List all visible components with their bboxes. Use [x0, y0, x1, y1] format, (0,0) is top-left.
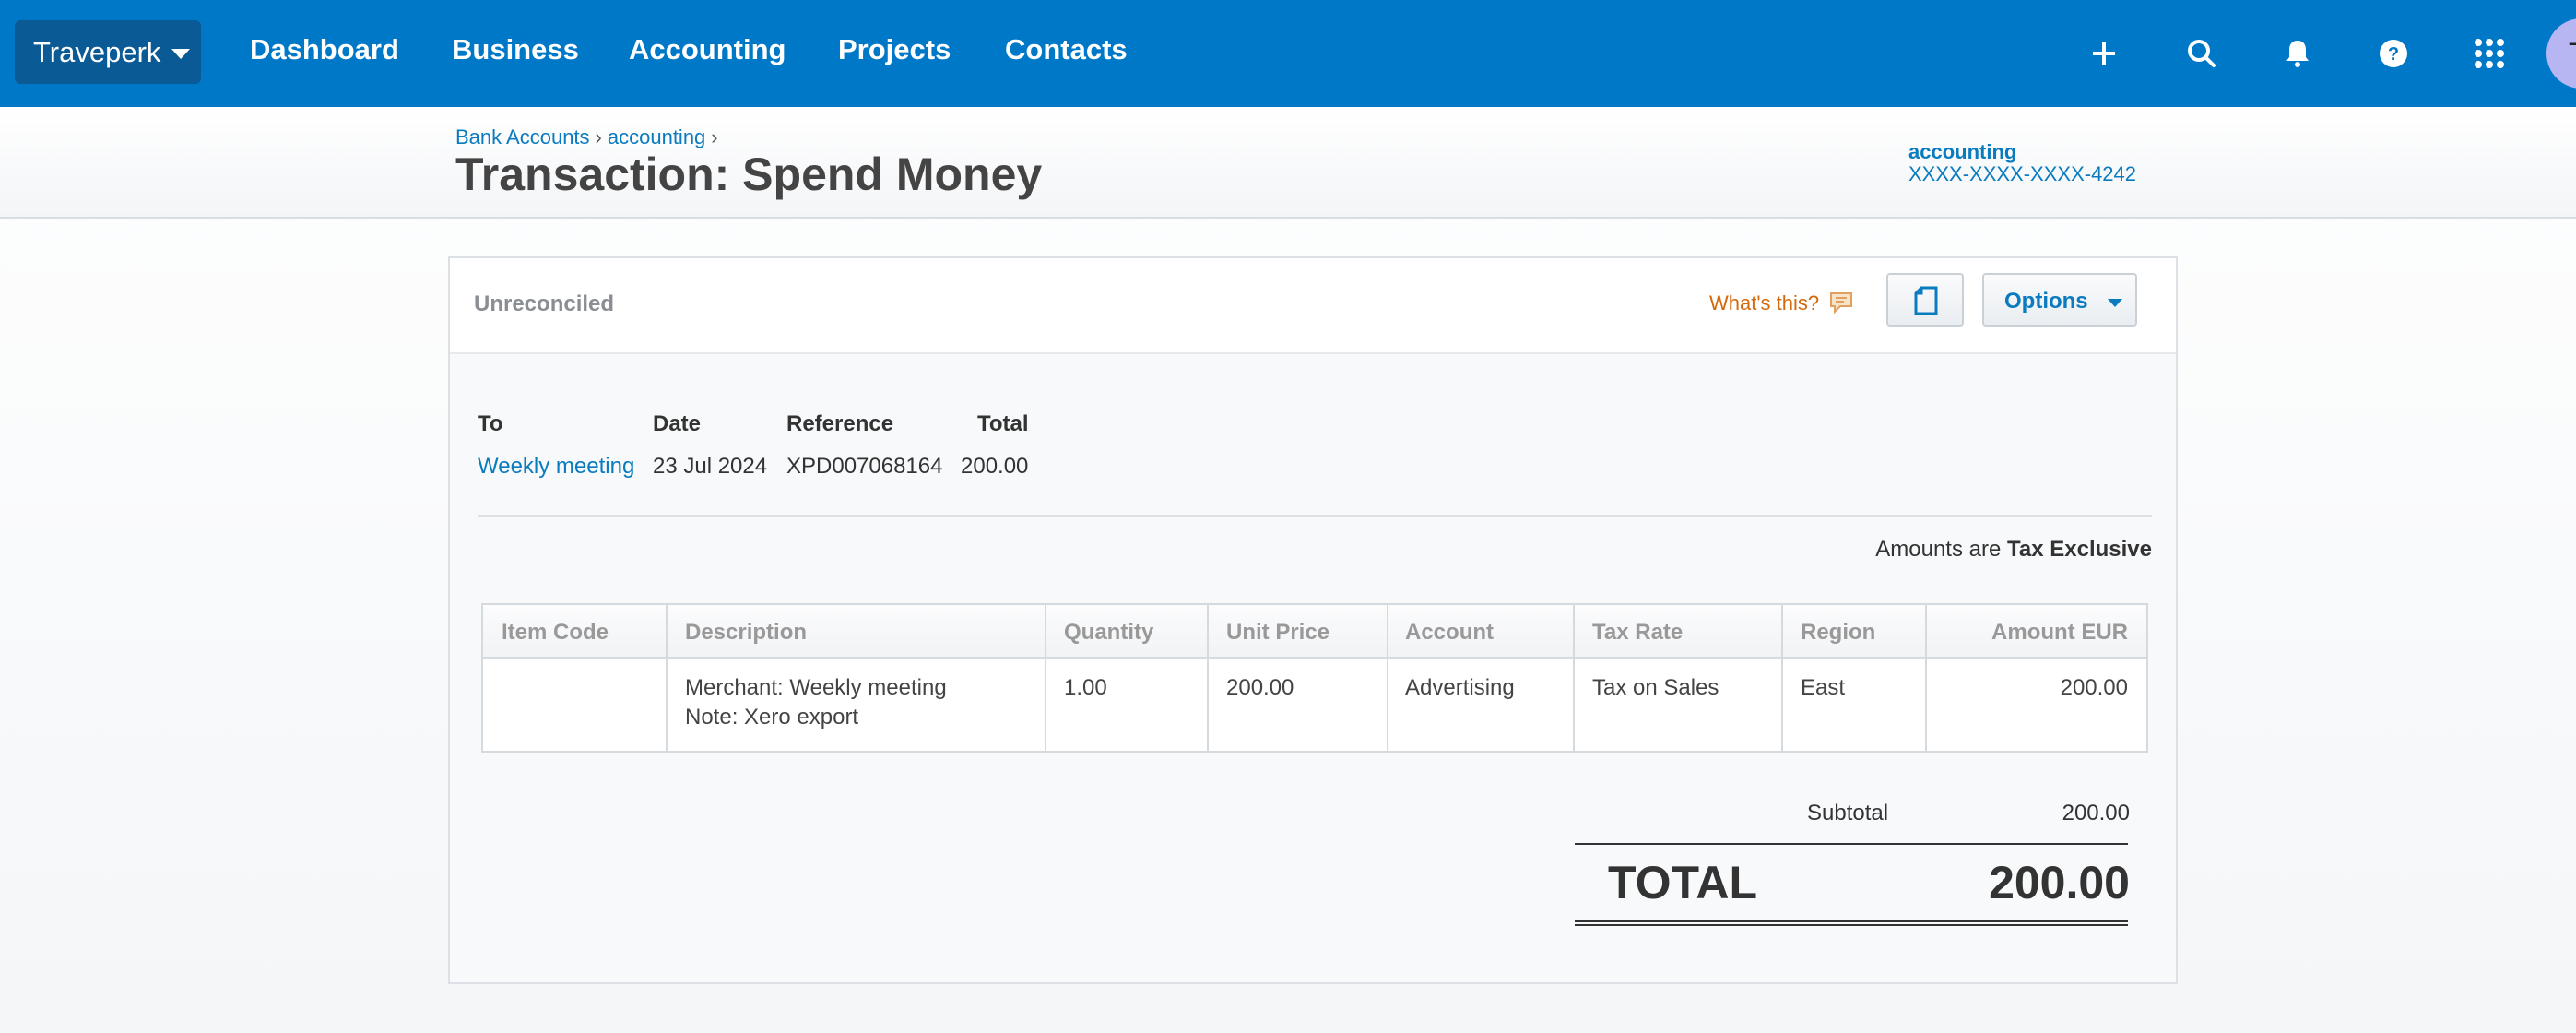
subtotal-label: Subtotal [1807, 801, 1889, 825]
summary-header-reference: Reference [786, 411, 894, 436]
nav-dashboard[interactable]: Dashboard [250, 33, 399, 66]
column-header-description: Description [685, 620, 808, 645]
column-divider [666, 605, 668, 751]
cell-quantity: 1.00 [1064, 675, 1107, 700]
breadcrumb: Bank Accounts › accounting › [455, 125, 724, 149]
breadcrumb-accounting[interactable]: accounting [608, 125, 705, 148]
cell-tax-rate: Tax on Sales [1592, 675, 1719, 700]
divider [478, 515, 2152, 516]
nav-accounting[interactable]: Accounting [629, 33, 786, 66]
summary-reference: XPD007068164 [786, 454, 943, 479]
summary-header-total: Total [977, 411, 1029, 436]
contact-link[interactable]: Weekly meeting [478, 454, 634, 480]
column-divider [1207, 605, 1209, 751]
page-header: Bank Accounts › accounting › Transaction: S… [0, 107, 2576, 219]
options-label: Options [2004, 289, 2088, 314]
column-divider [1781, 605, 1783, 751]
avatar-initial: T [2569, 37, 2576, 71]
options-button[interactable]: Options [1982, 273, 2137, 327]
total-label: TOTAL [1608, 857, 1758, 908]
summary-date: 23 Jul 2024 [653, 454, 768, 479]
cell-description-merchant: Merchant: Weekly meeting [685, 675, 947, 700]
panel-header: Unreconciled What's this? Options [450, 258, 2176, 354]
chevron-down-icon [171, 49, 191, 59]
breadcrumb-bank-accounts[interactable]: Bank Accounts [455, 125, 590, 148]
total-rule [1575, 843, 2128, 845]
nav-projects[interactable]: Projects [838, 33, 951, 66]
column-divider [1387, 605, 1388, 751]
account-number-link[interactable]: XXXX-XXXX-XXXX-4242 [1908, 162, 2136, 186]
help-icon[interactable]: ? [2368, 28, 2419, 79]
cell-unit-price: 200.00 [1226, 675, 1294, 700]
column-divider [1045, 605, 1046, 751]
whats-this-link[interactable]: What's this? [1709, 291, 1819, 315]
page-title: Transaction: Spend Money [455, 148, 1043, 200]
breadcrumb-separator: › [595, 125, 602, 148]
tax-mode-note: Amounts are Tax Exclusive [1875, 537, 2152, 563]
column-divider [1925, 605, 1927, 751]
total-value: 200.00 [1989, 857, 2130, 908]
tax-note-mode: Tax Exclusive [2007, 537, 2152, 562]
column-divider [1573, 605, 1575, 751]
cell-account: Advertising [1405, 675, 1515, 700]
summary-header-to: To [478, 411, 503, 436]
summary-total: 200.00 [961, 454, 1029, 479]
bell-icon[interactable] [2272, 28, 2323, 79]
nav-contacts[interactable]: Contacts [1005, 33, 1128, 66]
nav-business[interactable]: Business [452, 33, 579, 66]
user-avatar[interactable]: T [2546, 18, 2576, 89]
org-switcher-button[interactable]: Traveperk [15, 20, 201, 84]
status-label: Unreconciled [474, 291, 615, 316]
svg-text:?: ? [2388, 44, 2399, 65]
cell-description-note: Note: Xero export [685, 705, 859, 730]
summary-header-date: Date [653, 411, 702, 436]
chevron-down-icon [2108, 299, 2122, 307]
account-name-link[interactable]: accounting [1908, 140, 2016, 164]
apps-grid-icon[interactable] [2464, 28, 2515, 79]
column-header-account: Account [1405, 620, 1494, 645]
cell-region: East [1801, 675, 1846, 700]
column-header-unit-price: Unit Price [1226, 620, 1330, 645]
total-double-rule [1575, 920, 2128, 926]
line-items-table: Item Code Description Quantity Unit Pric… [481, 603, 2148, 753]
column-header-region: Region [1801, 620, 1876, 645]
plus-icon[interactable] [2078, 28, 2130, 79]
document-icon [1914, 286, 1938, 315]
speech-bubble-icon[interactable] [1827, 290, 1855, 315]
column-header-quantity: Quantity [1064, 620, 1154, 645]
org-name: Traveperk [33, 35, 161, 68]
column-header-item-code: Item Code [502, 620, 609, 645]
cell-amount: 200.00 [2060, 675, 2128, 700]
search-icon[interactable] [2176, 28, 2227, 79]
column-header-amount: Amount EUR [1991, 620, 2128, 645]
subtotal-value: 200.00 [2062, 801, 2130, 825]
top-nav: Traveperk Dashboard Business Accounting … [0, 0, 2576, 107]
tax-note-prefix: Amounts are [1875, 537, 2002, 562]
breadcrumb-separator: › [711, 125, 718, 148]
transaction-panel: Unreconciled What's this? Options To Dat… [448, 256, 2178, 984]
column-header-tax-rate: Tax Rate [1592, 620, 1684, 645]
attach-files-button[interactable] [1886, 273, 1964, 327]
